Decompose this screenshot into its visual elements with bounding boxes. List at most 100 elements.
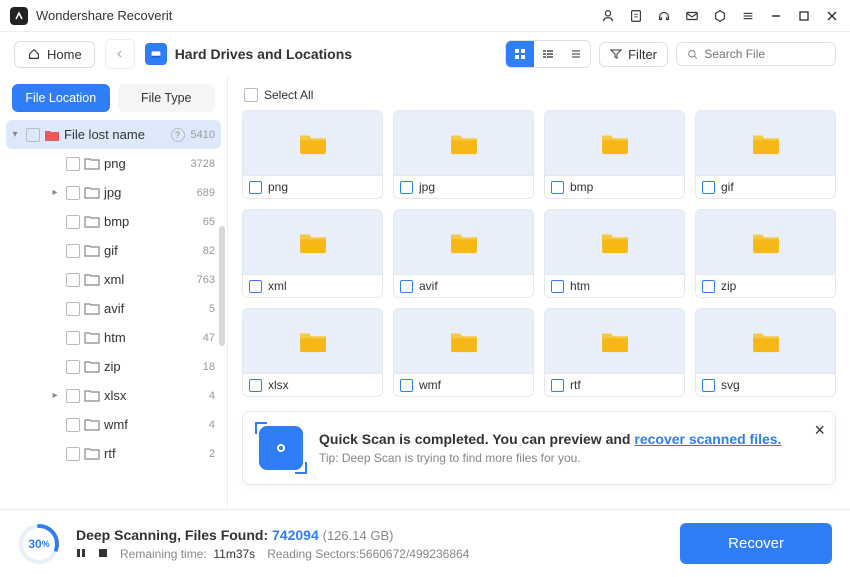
user-icon[interactable] bbox=[600, 8, 616, 24]
tree-item-gif[interactable]: gif82 bbox=[0, 236, 227, 265]
tree-item-htm[interactable]: htm47 bbox=[0, 323, 227, 352]
folder-card-png[interactable]: png bbox=[242, 110, 383, 199]
folder-checkbox[interactable] bbox=[249, 181, 262, 194]
folder-checkbox[interactable] bbox=[551, 280, 564, 293]
folder-card-jpg[interactable]: jpg bbox=[393, 110, 534, 199]
folder-card-wmf[interactable]: wmf bbox=[393, 308, 534, 397]
scan-status-label: Deep Scanning, Files Found: bbox=[76, 527, 272, 543]
select-all-row[interactable]: Select All bbox=[242, 86, 836, 110]
tree-checkbox[interactable] bbox=[66, 389, 80, 403]
tree-checkbox[interactable] bbox=[26, 128, 40, 142]
tree-root[interactable]: ▾ File lost name ? 5410 bbox=[6, 120, 221, 149]
headphones-icon[interactable] bbox=[656, 8, 672, 24]
titlebar-controls bbox=[600, 8, 840, 24]
pause-button[interactable] bbox=[76, 547, 86, 561]
tree-item-jpg[interactable]: ▸jpg689 bbox=[0, 178, 227, 207]
search-box[interactable] bbox=[676, 42, 836, 66]
view-grid-button[interactable] bbox=[506, 41, 534, 67]
tree-checkbox[interactable] bbox=[66, 331, 80, 345]
folder-icon bbox=[298, 329, 328, 353]
filter-button[interactable]: Filter bbox=[599, 42, 668, 67]
view-list-button[interactable] bbox=[562, 41, 590, 67]
search-input[interactable] bbox=[704, 47, 825, 61]
tree-item-xlsx[interactable]: ▸xlsx4 bbox=[0, 381, 227, 410]
chevron-down-icon[interactable]: ▾ bbox=[8, 129, 22, 140]
folder-label-row: png bbox=[243, 175, 382, 198]
folder-card-gif[interactable]: gif bbox=[695, 110, 836, 199]
folder-card-xlsx[interactable]: xlsx bbox=[242, 308, 383, 397]
recover-button[interactable]: Recover bbox=[680, 523, 832, 564]
tree-checkbox[interactable] bbox=[66, 273, 80, 287]
folder-label-row: htm bbox=[545, 274, 684, 297]
folder-checkbox[interactable] bbox=[400, 379, 413, 392]
tree-item-rtf[interactable]: rtf2 bbox=[0, 439, 227, 468]
folder-card-svg[interactable]: svg bbox=[695, 308, 836, 397]
tree-item-wmf[interactable]: wmf4 bbox=[0, 410, 227, 439]
tree-checkbox[interactable] bbox=[66, 157, 80, 171]
folder-card-xml[interactable]: xml bbox=[242, 209, 383, 298]
mail-icon[interactable] bbox=[684, 8, 700, 24]
scrollbar[interactable] bbox=[219, 226, 225, 346]
tab-file-type[interactable]: File Type bbox=[118, 84, 216, 112]
menu-icon[interactable] bbox=[740, 8, 756, 24]
folder-thumb bbox=[394, 309, 533, 373]
tree-item-xml[interactable]: xml763 bbox=[0, 265, 227, 294]
tree-item-count: 82 bbox=[203, 245, 215, 257]
help-icon[interactable]: ? bbox=[171, 128, 185, 142]
folder-checkbox[interactable] bbox=[400, 181, 413, 194]
close-icon[interactable] bbox=[824, 8, 840, 24]
folder-checkbox[interactable] bbox=[249, 280, 262, 293]
folder-checkbox[interactable] bbox=[249, 379, 262, 392]
back-button[interactable] bbox=[105, 39, 135, 69]
content: Select All pngjpgbmpgif xmlavifhtmzip xlsx… bbox=[228, 76, 850, 509]
select-all-checkbox[interactable] bbox=[244, 88, 258, 102]
view-toggle bbox=[505, 40, 591, 68]
tree-item-label: zip bbox=[104, 359, 203, 374]
recover-link[interactable]: recover scanned files. bbox=[634, 431, 781, 447]
folder-label-row: svg bbox=[696, 373, 835, 396]
tree-checkbox[interactable] bbox=[66, 302, 80, 316]
tree-item-label: htm bbox=[104, 330, 203, 345]
folder-card-htm[interactable]: htm bbox=[544, 209, 685, 298]
tree-item-label: jpg bbox=[104, 185, 197, 200]
maximize-icon[interactable] bbox=[796, 8, 812, 24]
home-button[interactable]: Home bbox=[14, 41, 95, 68]
folder-card-zip[interactable]: zip bbox=[695, 209, 836, 298]
folder-checkbox[interactable] bbox=[702, 280, 715, 293]
folder-checkbox[interactable] bbox=[702, 379, 715, 392]
tree-item-avif[interactable]: avif5 bbox=[0, 294, 227, 323]
tree-checkbox[interactable] bbox=[66, 186, 80, 200]
document-icon[interactable] bbox=[628, 8, 644, 24]
folder-card-bmp[interactable]: bmp bbox=[544, 110, 685, 199]
folder-checkbox[interactable] bbox=[551, 379, 564, 392]
progress-circle: 30% bbox=[18, 523, 60, 565]
folder-checkbox[interactable] bbox=[400, 280, 413, 293]
tree-item-bmp[interactable]: bmp65 bbox=[0, 207, 227, 236]
app-logo bbox=[10, 7, 28, 25]
folder-checkbox[interactable] bbox=[702, 181, 715, 194]
chevron-right-icon[interactable]: ▸ bbox=[48, 187, 62, 198]
tree-checkbox[interactable] bbox=[66, 244, 80, 258]
tree-item-zip[interactable]: zip18 bbox=[0, 352, 227, 381]
box-icon[interactable] bbox=[712, 8, 728, 24]
tab-file-location[interactable]: File Location bbox=[12, 84, 110, 112]
stop-button[interactable] bbox=[98, 547, 108, 561]
tree-item-png[interactable]: png3728 bbox=[0, 149, 227, 178]
select-all-label: Select All bbox=[264, 88, 313, 102]
files-found-count: 742094 bbox=[272, 527, 319, 543]
view-list-detail-button[interactable] bbox=[534, 41, 562, 67]
folder-card-rtf[interactable]: rtf bbox=[544, 308, 685, 397]
progress-suffix: % bbox=[42, 539, 50, 549]
titlebar-left: Wondershare Recoverit bbox=[10, 7, 172, 25]
folder-label: xlsx bbox=[268, 378, 289, 392]
banner-close-icon[interactable]: × bbox=[814, 420, 825, 441]
chevron-right-icon[interactable]: ▸ bbox=[48, 390, 62, 401]
folder-card-avif[interactable]: avif bbox=[393, 209, 534, 298]
tree-checkbox[interactable] bbox=[66, 215, 80, 229]
minimize-icon[interactable] bbox=[768, 8, 784, 24]
footer: 30% Deep Scanning, Files Found: 742094 (… bbox=[0, 509, 850, 577]
folder-checkbox[interactable] bbox=[551, 181, 564, 194]
tree-checkbox[interactable] bbox=[66, 418, 80, 432]
tree-checkbox[interactable] bbox=[66, 447, 80, 461]
tree-checkbox[interactable] bbox=[66, 360, 80, 374]
